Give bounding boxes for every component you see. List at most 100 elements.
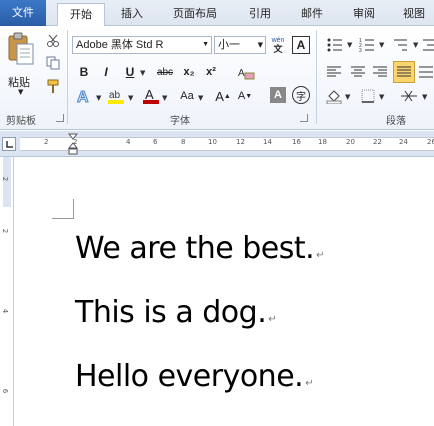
bullet-list-icon [327, 38, 342, 52]
group-separator [316, 30, 317, 124]
svg-text:A: A [238, 68, 245, 79]
tab-selector-button[interactable] [2, 137, 16, 151]
asian-layout-button[interactable] [398, 86, 420, 106]
chevron-down-icon: ▼ [422, 93, 428, 101]
bold-button[interactable]: B [76, 64, 92, 80]
paragraph-mark: ↵ [268, 314, 277, 325]
svg-text:ab: ab [109, 90, 121, 101]
format-painter-icon [47, 79, 59, 93]
font-color-button[interactable]: A [142, 86, 160, 106]
arrow-down-icon: ▼ [245, 92, 253, 100]
highlight-button[interactable]: ab [106, 86, 126, 106]
vruler-number: 2 [1, 176, 10, 182]
vruler-number: 4 [1, 308, 10, 314]
ruler-number: 16 [292, 138, 301, 146]
paste-button[interactable]: 粘贴 ▼ [4, 30, 36, 96]
eraser-icon: A [238, 68, 255, 80]
doc-line-3[interactable]: Hello everyone. ↵ [75, 359, 314, 394]
tab-home[interactable]: 开始 [57, 3, 105, 27]
character-shading-button[interactable]: A [270, 87, 286, 103]
copy-button[interactable] [44, 54, 62, 72]
shading-button[interactable] [324, 86, 344, 106]
vruler-number: 6 [1, 388, 10, 394]
italic-button[interactable]: I [98, 64, 114, 80]
numbered-list-icon: 123 [359, 38, 374, 52]
underline-button[interactable]: U [122, 64, 138, 80]
margin-corner-mark [52, 199, 74, 219]
tab-file[interactable]: 文件 [0, 0, 46, 26]
borders-icon [361, 89, 375, 103]
ruler-number: 18 [318, 138, 327, 146]
align-right-button[interactable] [370, 62, 390, 82]
superscript-button[interactable]: x² [202, 64, 220, 80]
ruler-number: 14 [263, 138, 272, 146]
font-group-label: 字体 [170, 116, 190, 127]
ruler-number: 22 [373, 138, 382, 146]
tab-page-layout[interactable]: 页面布局 [164, 3, 226, 26]
indent-icon [423, 39, 434, 51]
tab-review[interactable]: 审阅 [344, 3, 384, 26]
tab-view[interactable]: 视图 [394, 3, 434, 26]
chevron-down-icon: ▼ [347, 41, 353, 49]
tab-references[interactable]: 引用 [240, 3, 280, 26]
font-size-combo[interactable]: 小一 ▼ [214, 36, 266, 54]
shrink-font-button[interactable]: A ▼ [236, 86, 254, 106]
clipboard-group-label: 剪贴板 [6, 116, 36, 127]
doc-line-2[interactable]: This is a dog. ↵ [75, 295, 277, 330]
numbering-button[interactable]: 123 [356, 36, 378, 54]
ruler-track [20, 137, 434, 151]
vertical-ruler[interactable]: 2 2 4 6 [0, 157, 14, 426]
change-case-button[interactable]: Aa [176, 86, 198, 106]
grow-font-button[interactable]: A ▲ [214, 86, 232, 106]
cut-button[interactable] [44, 32, 62, 50]
tab-insert[interactable]: 插入 [112, 3, 152, 26]
doc-line-text: This is a dog. [75, 295, 267, 330]
distributed-icon [419, 66, 433, 78]
svg-text:A: A [145, 87, 154, 102]
enclose-characters-button[interactable]: 字 [292, 86, 310, 104]
clipboard-launcher[interactable] [56, 114, 64, 122]
phonetic-guide-button[interactable]: wén 文 [268, 36, 288, 54]
group-separator [67, 30, 68, 124]
distributed-button[interactable] [418, 62, 434, 82]
strikethrough-button[interactable]: abc [154, 64, 176, 80]
svg-text:3: 3 [359, 48, 362, 52]
character-border-button[interactable]: A [292, 36, 310, 54]
ruler-number: 6 [153, 138, 158, 146]
document-page[interactable]: We are the best. ↵ This is a dog. ↵ Hello … [15, 157, 434, 426]
doc-line-1[interactable]: We are the best. ↵ [75, 231, 325, 266]
left-tab-icon [6, 141, 13, 148]
chevron-down-icon: ▼ [379, 41, 385, 49]
chevron-down-icon: ▼ [345, 93, 351, 101]
chevron-down-icon: ▼ [128, 94, 134, 102]
bullets-button[interactable] [324, 36, 346, 54]
clear-formatting-button[interactable]: A [236, 64, 256, 82]
multilevel-list-button[interactable] [390, 36, 412, 54]
align-left-button[interactable] [324, 62, 344, 82]
clipboard-icon [8, 32, 34, 65]
align-center-button[interactable] [348, 62, 368, 82]
subscript-button[interactable]: x₂ [180, 64, 198, 80]
ruler-number: 2 [44, 138, 49, 146]
text-effects-button[interactable]: A [76, 86, 94, 106]
ruler-number: 24 [399, 138, 408, 146]
ruler-number: 20 [346, 138, 355, 146]
format-painter-button[interactable] [44, 78, 62, 96]
font-name-combo[interactable]: Adobe 黑体 Std R ▼ [72, 36, 212, 54]
doc-line-text: We are the best. [75, 231, 315, 266]
ruler-number: 8 [181, 138, 186, 146]
horizontal-ruler[interactable]: 2 2 4 6 8 10 12 14 16 18 20 22 24 26 [0, 131, 434, 157]
borders-button[interactable] [358, 86, 378, 106]
scissors-icon [47, 34, 59, 47]
highlighter-icon: ab [108, 90, 124, 104]
ruler-number: 4 [126, 138, 131, 146]
svg-text:A: A [77, 89, 89, 105]
font-launcher[interactable] [300, 114, 308, 122]
chevron-down-icon: ▼ [379, 93, 385, 101]
justify-button[interactable] [393, 61, 415, 83]
decrease-indent-button[interactable] [422, 36, 434, 54]
tab-mailings[interactable]: 邮件 [292, 3, 332, 26]
multilevel-list-icon [394, 39, 407, 51]
paint-bucket-icon [326, 90, 342, 104]
ruler-number: 12 [236, 138, 245, 146]
